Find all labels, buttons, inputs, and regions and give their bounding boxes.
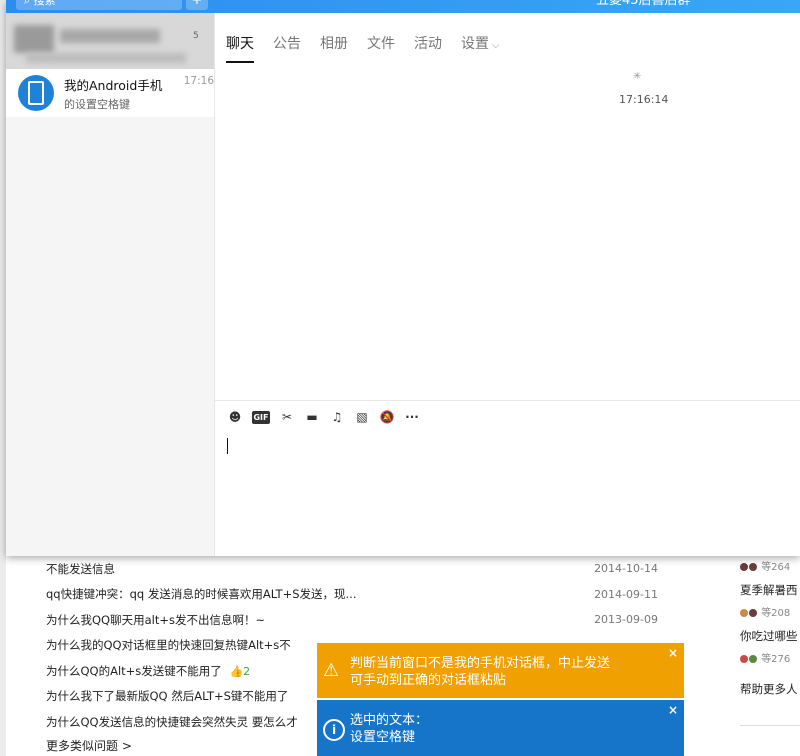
message-input-area[interactable]: ☻ GIF ✂ ▬ ♫ ▧ 🔕 ··· bbox=[215, 400, 800, 557]
qq-chat-window: ⌕ 搜索 + 五菱45后兽后群 5 我的Android手机 17:16 的设置空… bbox=[6, 0, 800, 556]
avatar bbox=[740, 563, 748, 571]
info-notification: i 选中的文本： 设置空格键 × bbox=[317, 700, 684, 756]
info-icon: i bbox=[323, 718, 345, 741]
blurred-conversation[interactable]: 5 bbox=[6, 13, 214, 69]
question-title[interactable]: 为什么我下了最新版QQ 然后ALT+S键不能用了 bbox=[46, 688, 288, 704]
chat-tabs: 聊天 公告 相册 文件 活动 设置 ⌵ bbox=[226, 33, 519, 63]
more-icon[interactable]: ··· bbox=[404, 409, 420, 425]
close-icon[interactable]: × bbox=[668, 646, 678, 660]
add-button[interactable]: + bbox=[186, 0, 208, 10]
folder-icon[interactable]: ▬ bbox=[304, 409, 320, 425]
info-line2: 设置空格键 bbox=[350, 730, 416, 745]
question-title[interactable]: 为什么我的QQ对话框里的快速回复热键Alt+s不 bbox=[46, 637, 291, 653]
warning-line1: 判断当前窗口不是我的手机对话框，中止发送 bbox=[350, 656, 611, 671]
divider bbox=[740, 725, 800, 726]
conversation-sidebar: 5 我的Android手机 17:16 的设置空格键 bbox=[6, 13, 215, 556]
info-line1: 选中的文本： bbox=[350, 713, 429, 728]
warning-notification: ⚠ 判断当前窗口不是我的手机对话框，中止发送 可手动到正确的对话框粘贴 × bbox=[317, 643, 684, 698]
side-title[interactable]: 夏季解暑西 bbox=[740, 579, 800, 602]
question-title[interactable]: 为什么QQ的Alt+s发送键不能用了 bbox=[46, 664, 222, 678]
tab-album[interactable]: 相册 bbox=[320, 33, 348, 63]
chat-timestamp: 17:16:14 bbox=[619, 93, 669, 106]
contact-preview: 的设置空格键 bbox=[64, 97, 130, 111]
search-input[interactable]: ⌕ 搜索 bbox=[16, 0, 182, 10]
close-icon[interactable]: × bbox=[668, 703, 678, 717]
question-title[interactable]: 为什么我QQ聊天用alt+s发不出信息啊！~ bbox=[46, 612, 265, 628]
question-title[interactable]: 不能发送信息 bbox=[46, 561, 115, 577]
bell-off-icon[interactable]: 🔕 bbox=[379, 409, 395, 425]
warning-icon: ⚠ bbox=[323, 660, 340, 681]
tab-announcement[interactable]: 公告 bbox=[273, 33, 301, 63]
avatar bbox=[740, 655, 748, 663]
emoji-icon[interactable]: ☻ bbox=[227, 409, 243, 425]
like-count: 👍2 bbox=[229, 664, 251, 678]
list-item[interactable]: 为什么我QQ聊天用alt+s发不出信息啊！~ 2013-09-09 bbox=[46, 607, 658, 633]
title-bar: ⌕ 搜索 + 五菱45后兽后群 bbox=[6, 0, 800, 13]
loading-icon: ✳ bbox=[633, 71, 642, 82]
question-date: 2014-09-11 bbox=[594, 587, 658, 601]
avatar bbox=[749, 563, 757, 571]
question-date: 2013-09-09 bbox=[594, 613, 658, 627]
like-number: 2 bbox=[243, 664, 251, 678]
avatar bbox=[749, 655, 757, 663]
list-item[interactable]: 不能发送信息 2014-10-14 bbox=[46, 556, 658, 582]
tab-chat[interactable]: 聊天 bbox=[226, 33, 254, 63]
unread-badge: 5 bbox=[193, 31, 199, 41]
side-meta: 等264 bbox=[740, 556, 800, 579]
question-title[interactable]: qq快捷键冲突：qq 发送消息的时候喜欢用ALT+S发送，现... bbox=[46, 586, 356, 602]
question-date: 2014-10-14 bbox=[594, 562, 658, 576]
scissors-icon[interactable]: ✂ bbox=[279, 409, 295, 425]
side-meta: 等276 bbox=[740, 648, 800, 671]
phone-avatar-icon bbox=[18, 75, 54, 111]
music-icon[interactable]: ♫ bbox=[329, 409, 345, 425]
text-caret bbox=[227, 438, 228, 454]
gif-icon[interactable]: GIF bbox=[252, 410, 270, 424]
avatar bbox=[740, 609, 748, 617]
input-toolbar: ☻ GIF ✂ ▬ ♫ ▧ 🔕 ··· bbox=[227, 409, 429, 425]
tab-settings[interactable]: 设置 ⌵ bbox=[461, 33, 500, 63]
side-title[interactable]: 你吃过哪些 bbox=[740, 625, 800, 648]
group-title: 五菱45后兽后群 bbox=[596, 0, 691, 8]
tab-activities[interactable]: 活动 bbox=[414, 33, 442, 63]
tab-files[interactable]: 文件 bbox=[367, 33, 395, 63]
image-icon[interactable]: ▧ bbox=[354, 409, 370, 425]
conversation-item-android-phone[interactable]: 我的Android手机 17:16 的设置空格键 bbox=[6, 69, 214, 117]
chevron-down-icon: ⌵ bbox=[492, 40, 500, 51]
side-panel: 等264 夏季解暑西 等208 你吃过哪些 等276 帮助更多人 bbox=[740, 556, 800, 726]
contact-name: 我的Android手机 bbox=[64, 77, 163, 93]
warning-line2: 可手动到正确的对话框粘贴 bbox=[350, 673, 507, 688]
question-title[interactable]: 为什么QQ发送信息的快捷键会突然失灵 要怎么才 bbox=[46, 714, 298, 730]
avatar bbox=[749, 609, 757, 617]
side-meta: 等208 bbox=[740, 602, 800, 625]
list-item[interactable]: qq快捷键冲突：qq 发送消息的时候喜欢用ALT+S发送，现... 2014-0… bbox=[46, 582, 658, 608]
contact-time: 17:16 bbox=[183, 74, 214, 87]
help-more-text: 帮助更多人 bbox=[740, 682, 798, 696]
